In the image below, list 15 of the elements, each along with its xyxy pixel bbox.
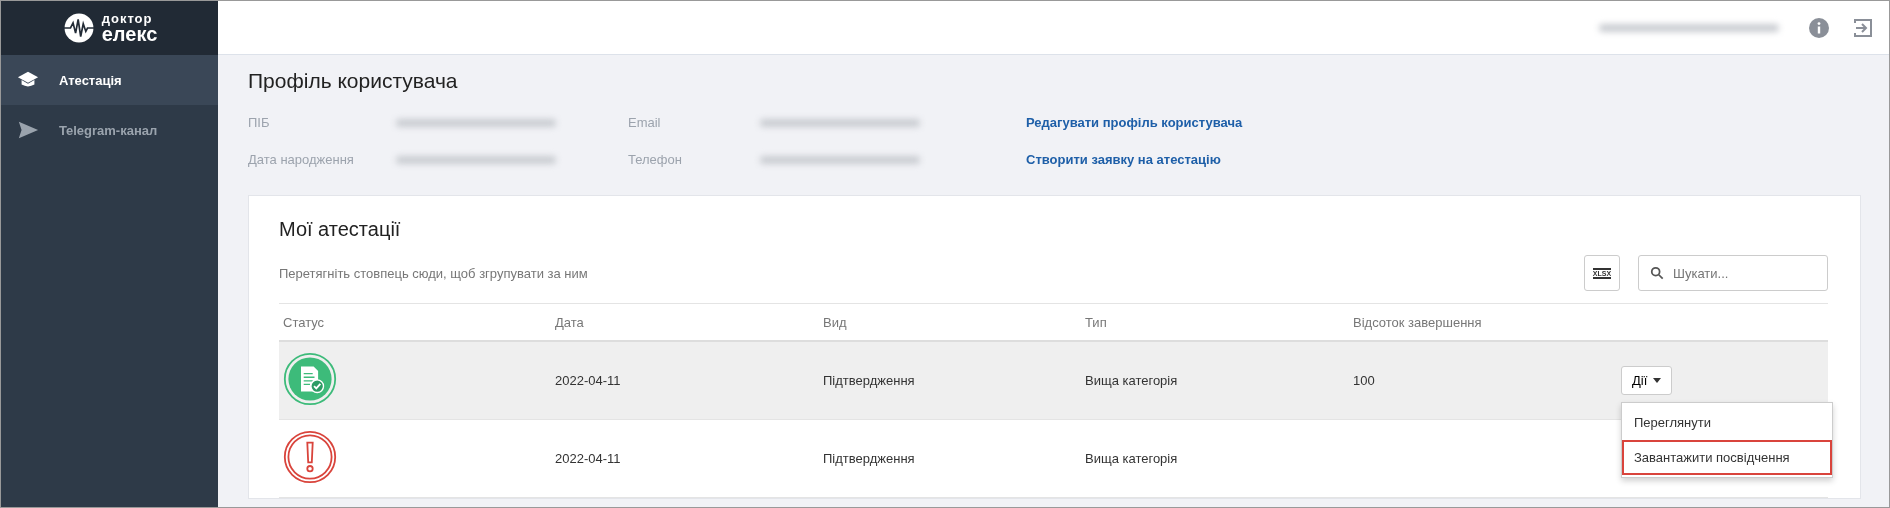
field-label: ПІБ	[248, 115, 271, 130]
logo-text: доктор	[101, 13, 154, 25]
table-cell-text: Підтвердження	[823, 373, 916, 388]
field-label: Email	[628, 115, 662, 130]
field-label: Телефон	[628, 152, 683, 167]
section-title: Мої атестації	[279, 218, 402, 241]
table-cell-text: 2022-04-11	[555, 373, 622, 388]
group-hint: Перетягніть стовпець сюди, щоб згрупувати за ним	[279, 265, 589, 281]
table-cell-text: Підтвердження	[823, 451, 916, 466]
page-title: Профіль користувача	[248, 69, 459, 93]
field-label: Дата народження	[248, 152, 355, 167]
table-cell-text: 100	[1353, 373, 1376, 388]
table-cell-text: Вища категорія	[1085, 451, 1179, 466]
table-cell-text: 2022-04-11	[555, 451, 622, 466]
table-cell-text: Вища категорія	[1085, 373, 1179, 388]
